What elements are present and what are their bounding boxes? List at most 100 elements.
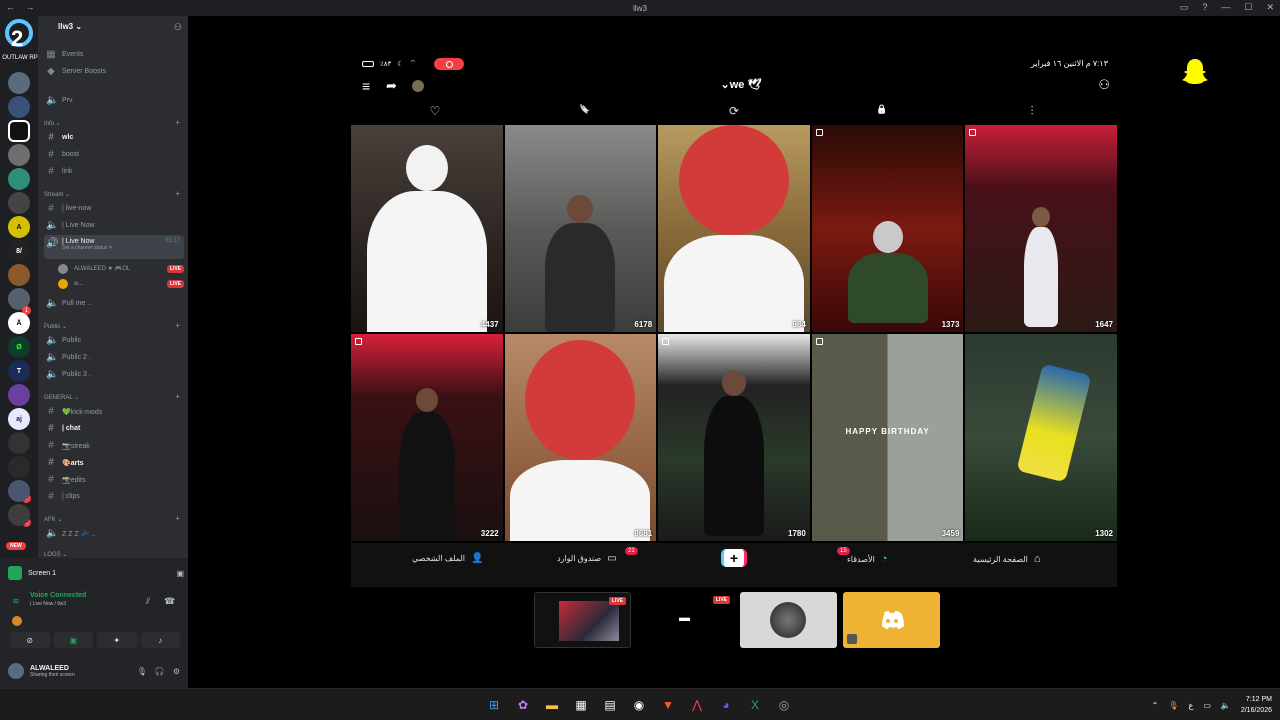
server-icon[interactable]: T [8, 360, 30, 382]
server-icon[interactable] [8, 96, 30, 118]
text-channel-streak[interactable]: # 📷streak [44, 438, 184, 453]
user-name[interactable]: ALWALEED [30, 665, 75, 672]
video-thumbnail[interactable]: 984 [658, 125, 810, 332]
store-icon[interactable]: ▦ [571, 696, 591, 714]
server-icon[interactable] [8, 168, 30, 190]
noise-suppression-icon[interactable]: ⫽ [146, 596, 150, 607]
settings-icon[interactable]: ⚙ [173, 667, 180, 676]
file-explorer-icon[interactable]: ▬ [542, 696, 562, 714]
app-icon[interactable]: ⋀ [687, 696, 707, 714]
voice-channel-public-2[interactable]: 🔈 Public 2 . [44, 350, 184, 365]
server-icon[interactable]: Ä [8, 312, 30, 334]
server-icon[interactable] [8, 432, 30, 454]
avatar[interactable] [8, 663, 24, 679]
add-member-icon[interactable]: ⚇ [174, 22, 182, 33]
nav-inbox[interactable]: ▭ صندوق الوارد 21 [557, 547, 638, 564]
text-channel-chat[interactable]: # | chat [44, 421, 184, 436]
server-icon[interactable] [8, 120, 30, 142]
help-icon[interactable]: ? [1202, 2, 1207, 13]
category-logs[interactable]: LOGS ⌄ [44, 551, 67, 558]
video-thumbnail[interactable]: 1302 [965, 334, 1117, 541]
category-public[interactable]: Public ⌄ [44, 323, 67, 330]
server-icon[interactable]: aj [8, 408, 30, 430]
filter-icon[interactable]: ⫶ [1030, 104, 1033, 119]
voice-user[interactable]: w... LIVE [56, 276, 184, 291]
heart-icon[interactable]: ♡ [430, 104, 441, 118]
server-icon[interactable] [8, 504, 30, 526]
participant-tile[interactable] [740, 592, 837, 648]
channel-status[interactable]: Set a channel status ✎ [62, 245, 113, 251]
voice-channel-live-now[interactable]: 🔈 | Live Now [44, 218, 184, 233]
create-button[interactable]: + [721, 549, 747, 567]
events-item[interactable]: ▦ Events [44, 47, 184, 62]
maximize-button[interactable]: ☐ [1244, 2, 1252, 13]
video-thumbnail[interactable]: 3222 [351, 334, 503, 541]
voice-channel-prv[interactable]: 🔈 Prv [44, 93, 184, 108]
nav-profile[interactable]: 👤 الملف الشخصي [412, 553, 483, 564]
category-info[interactable]: Info ⌄ [44, 120, 61, 127]
server-name[interactable]: llw3 ⌄ [38, 16, 188, 42]
video-thumbnail[interactable]: 1780 [658, 334, 810, 541]
text-channel-live-now[interactable]: # | live-now [44, 201, 184, 216]
discord-icon[interactable]: ◕ [716, 696, 736, 714]
category-general[interactable]: GENERAL ⌄ [44, 394, 79, 401]
server-icon[interactable]: Ø [8, 336, 30, 358]
stream-tile[interactable]: ▬ LIVE [637, 592, 734, 648]
start-icon[interactable]: ⊞ [484, 696, 504, 714]
voice-channel-pull-me[interactable]: 🔈 Pull me .. [44, 296, 184, 311]
add-channel-icon[interactable]: + [175, 118, 180, 127]
text-channel-boost[interactable]: # boost [44, 147, 184, 162]
add-friend-icon[interactable]: ⚇ [1098, 77, 1110, 93]
add-channel-icon[interactable]: + [175, 321, 180, 330]
participant-tile[interactable] [843, 592, 940, 648]
language-indicator[interactable]: ع [1189, 701, 1194, 710]
voice-channel-public[interactable]: 🔈 Public [44, 333, 184, 348]
volume-icon[interactable]: 🔈 [1221, 701, 1231, 710]
server-icon[interactable] [8, 144, 30, 166]
video-thumbnail[interactable]: HAPPY BIRTHDAY 3459 [811, 334, 964, 541]
brave-icon[interactable]: ▼ [658, 696, 678, 714]
inbox-icon[interactable]: ▭ [1180, 2, 1189, 13]
text-channel-wlc[interactable]: # wlc [44, 130, 184, 145]
network-icon[interactable]: ▭ [1203, 701, 1211, 710]
server-icon[interactable] [8, 480, 30, 502]
server-boosts-item[interactable]: ◆ Server Boosts [44, 64, 184, 79]
copilot-icon[interactable]: ✿ [513, 696, 533, 714]
stream-button[interactable]: ▣ [53, 632, 93, 648]
excel-icon[interactable]: X [745, 696, 765, 714]
voice-connected-label[interactable]: Voice Connected [30, 592, 86, 599]
bookmark-icon[interactable]: 🔖 [579, 104, 590, 115]
text-channel-arts[interactable]: # 🎨arts [44, 455, 184, 470]
video-thumbnail[interactable]: 1647 [965, 125, 1117, 332]
server-icon[interactable]: 8/ [8, 240, 30, 262]
server-icon[interactable]: A [8, 216, 30, 238]
server-icon[interactable] [8, 384, 30, 406]
headphones-icon[interactable]: 🎧 [155, 667, 165, 676]
microphone-icon[interactable]: 🎙 [137, 667, 147, 676]
text-channel-edits[interactable]: # 📸edits [44, 472, 184, 487]
add-channel-icon[interactable]: + [175, 392, 180, 401]
nav-friends[interactable]: ◔ الأصدقاء 15 [837, 547, 887, 565]
video-thumbnail[interactable]: 6178 [504, 125, 657, 332]
voice-channel-public-3[interactable]: 🔈 Public 3 . [44, 367, 184, 382]
server-icon[interactable] [8, 456, 30, 478]
profile-title[interactable]: ⌄we 🕊 [362, 78, 1120, 91]
disconnect-icon[interactable]: ☎ [164, 596, 175, 607]
camera-off-button[interactable]: ⊘ [10, 632, 50, 648]
soundboard-button[interactable]: ♪ [140, 632, 180, 648]
steam-icon[interactable]: ◎ [774, 696, 794, 714]
obs-icon[interactable]: ◉ [629, 696, 649, 714]
server-icon[interactable] [8, 192, 30, 214]
screen-share-item[interactable]: Screen 1 ▣ [8, 562, 184, 584]
repeat-icon[interactable]: ⟳ [729, 104, 739, 118]
voice-channel-path[interactable]: | Live Now / llw3 [30, 601, 66, 607]
add-channel-icon[interactable]: + [175, 189, 180, 198]
video-thumbnail[interactable]: 1373 [811, 125, 964, 332]
chevron-up-icon[interactable]: ⌃ [1152, 701, 1159, 710]
voice-channel-live-now-active[interactable]: 🔊 | Live Now Set a channel status ✎ 55:1… [44, 235, 184, 259]
category-afk[interactable]: AFK ⌄ [44, 516, 62, 523]
category-stream[interactable]: Stream ⌄ [44, 191, 70, 198]
voice-channel-afk[interactable]: 🔈 Z Z Z 💤 .. [44, 526, 184, 541]
text-channel-kick-mods[interactable]: # 💚kick-mods [44, 404, 184, 419]
server-icon[interactable] [8, 72, 30, 94]
